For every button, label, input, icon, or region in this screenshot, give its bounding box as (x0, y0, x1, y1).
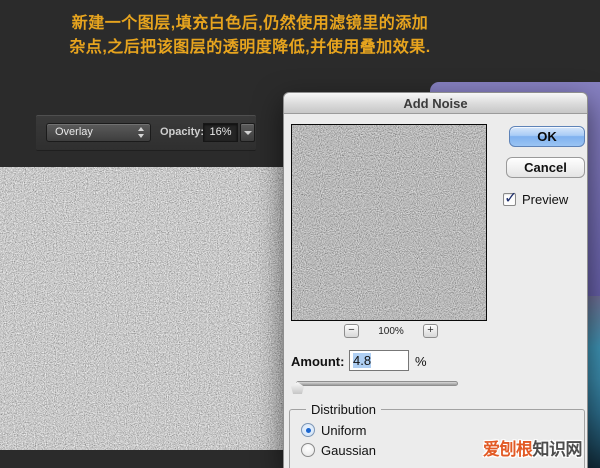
dialog-title: Add Noise (403, 96, 468, 111)
ok-button[interactable]: OK (509, 126, 585, 147)
opacity-label: Opacity: (160, 126, 205, 138)
layers-panel-bar: Overlay Opacity: 16% (36, 115, 256, 151)
preview-label: Preview (522, 192, 569, 207)
tutorial-line-1: 新建一个图层,填充白色后,仍然使用滤镜里的添加 (71, 15, 429, 32)
minus-icon: − (348, 324, 355, 336)
gaussian-label: Gaussian (321, 443, 376, 458)
zoom-in-button[interactable]: + (423, 324, 438, 338)
amount-label: Amount: (291, 354, 345, 369)
amount-input[interactable]: 4.8 (349, 350, 409, 371)
blend-mode-select[interactable]: Overlay (46, 123, 151, 142)
opacity-input[interactable]: 16% (203, 123, 238, 142)
amount-value-selected-text: 4.8 (353, 353, 372, 368)
preview-checkbox[interactable]: ✓ (503, 190, 517, 207)
watermark-highlight: 爱刨根 (483, 440, 533, 459)
photoshop-screenshot: 新建一个图层,填充白色后,仍然使用滤镜里的添加 杂点,之后把该图层的透明度降低,… (0, 0, 600, 468)
radio-option-uniform[interactable]: Uniform (301, 423, 367, 438)
radio-selected-icon (301, 423, 315, 437)
tutorial-line-2: 杂点,之后把该图层的透明度降低,并使用叠加效果. (69, 39, 431, 56)
distribution-legend: Distribution (306, 402, 382, 417)
site-watermark: 爱刨根知识网 (483, 435, 582, 460)
radio-option-gaussian[interactable]: Gaussian (301, 443, 376, 458)
watermark-rest: 知识网 (532, 440, 583, 459)
zoom-out-button[interactable]: − (344, 324, 359, 338)
chevron-down-icon (244, 131, 252, 135)
background-photo-strip (588, 296, 600, 468)
opacity-dropdown-button[interactable] (240, 123, 255, 142)
radio-unselected-icon (301, 443, 315, 457)
document-canvas-noise (0, 167, 285, 450)
tutorial-text: 新建一个图层,填充白色后,仍然使用滤镜里的添加 杂点,之后把该图层的透明度降低,… (0, 12, 500, 60)
plus-icon: + (427, 324, 434, 336)
blend-mode-value: Overlay (55, 126, 93, 138)
cancel-button[interactable]: Cancel (506, 157, 585, 178)
noise-preview-image[interactable] (291, 124, 487, 321)
preview-option: ✓ Preview (503, 190, 569, 207)
dialog-titlebar[interactable]: Add Noise (284, 93, 587, 114)
amount-percent-sign: % (415, 354, 427, 369)
uniform-label: Uniform (321, 423, 367, 438)
checkmark-icon: ✓ (504, 190, 518, 207)
updown-arrows-icon (138, 127, 145, 138)
amount-slider-track[interactable] (296, 381, 458, 386)
zoom-level: 100% (378, 326, 404, 337)
add-noise-dialog: Add Noise − 100% + OK Cancel ✓ Preview A… (283, 92, 588, 468)
